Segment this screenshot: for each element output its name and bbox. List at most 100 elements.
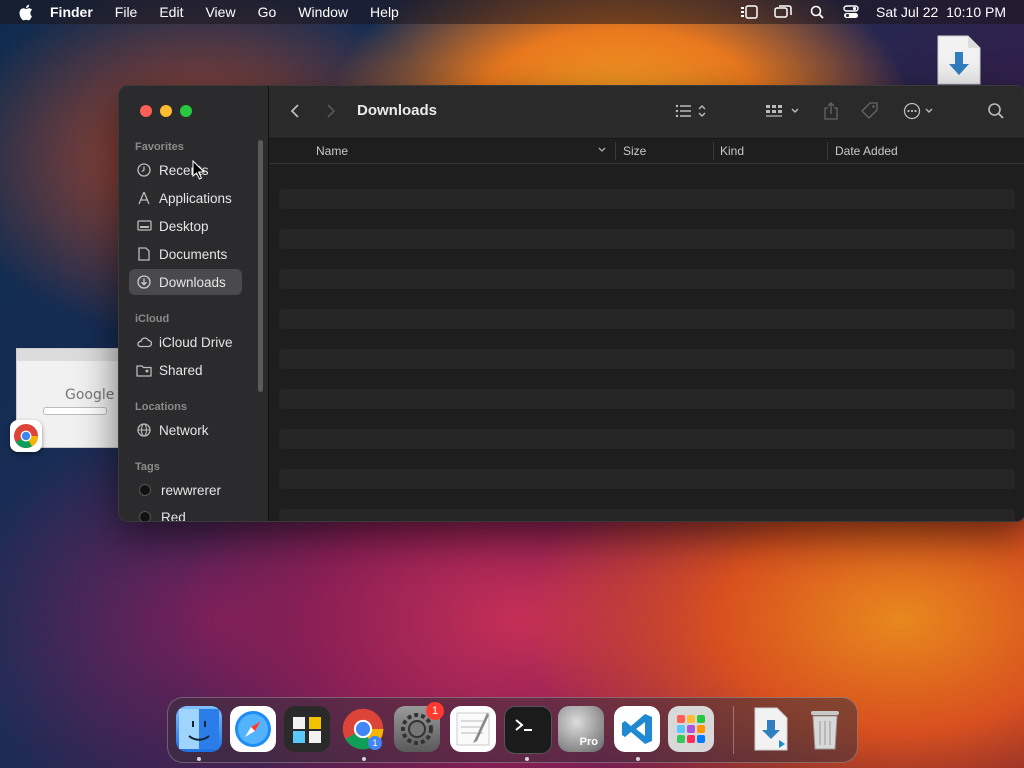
- preview-search-box: [43, 407, 107, 415]
- control-center-icon[interactable]: [842, 5, 860, 19]
- preview-toolbar: [17, 349, 119, 361]
- menu-go[interactable]: Go: [258, 4, 277, 20]
- minimize-button[interactable]: [160, 105, 172, 117]
- column-size[interactable]: Size: [623, 144, 646, 158]
- sidebar-item-label: iCloud Drive: [159, 334, 233, 350]
- sidebar-header-tags: Tags: [135, 461, 160, 473]
- chrome-badge: 1: [368, 736, 382, 750]
- window-controls: [140, 105, 192, 117]
- table-row[interactable]: [279, 309, 1015, 329]
- sidebar-scrollbar[interactable]: [258, 140, 263, 392]
- column-header: Name Size Kind Date Added: [269, 139, 1024, 164]
- sidebar-item-label: rewwrerer: [161, 482, 222, 498]
- screen-mirroring-icon[interactable]: [774, 5, 792, 19]
- sidebar-item-label: Applications: [159, 190, 232, 206]
- vscode-dock-icon[interactable]: [614, 706, 660, 752]
- system-settings-dock-icon[interactable]: 1: [394, 702, 444, 752]
- list-view-icon[interactable]: [675, 100, 711, 122]
- table-row[interactable]: [279, 469, 1015, 489]
- textedit-dock-icon[interactable]: [450, 706, 496, 752]
- table-row[interactable]: [279, 429, 1015, 449]
- share-icon[interactable]: [823, 100, 839, 122]
- more-actions-icon[interactable]: [903, 100, 937, 122]
- column-divider[interactable]: [827, 142, 828, 160]
- finder-dock-icon[interactable]: [176, 706, 222, 752]
- google-logo-text: Google: [65, 387, 115, 403]
- sidebar-item-shared[interactable]: Shared: [129, 357, 242, 383]
- sidebar-item-tag-rewwrerer[interactable]: rewwrerer: [129, 477, 242, 503]
- window-title: Downloads: [357, 102, 438, 119]
- photo-booth-dock-icon[interactable]: [284, 706, 330, 752]
- menu-file[interactable]: File: [115, 4, 138, 20]
- column-divider[interactable]: [615, 142, 616, 160]
- sidebar-item-network[interactable]: Network: [129, 417, 242, 443]
- group-by-icon[interactable]: [765, 100, 803, 122]
- tag-color-dot: [139, 511, 151, 521]
- pro-label: Pro: [579, 736, 598, 748]
- column-name[interactable]: Name: [316, 144, 348, 158]
- launchpad-dock-icon[interactable]: [668, 706, 714, 752]
- menu-help[interactable]: Help: [370, 4, 399, 20]
- menu-bar: Finder File Edit View Go Window Help Sat…: [0, 0, 1024, 24]
- sidebar-item-downloads[interactable]: Downloads: [129, 269, 242, 295]
- running-indicator: [525, 757, 529, 761]
- applications-icon: [136, 190, 152, 206]
- desktop-file-icon[interactable]: [936, 34, 982, 86]
- terminal-dock-icon[interactable]: [504, 706, 552, 754]
- downloads-stack-dock-icon[interactable]: [748, 706, 794, 752]
- chrome-dock-icon[interactable]: 1: [340, 706, 386, 752]
- apple-menu-icon[interactable]: [18, 4, 36, 21]
- desktop-icon: [136, 218, 152, 234]
- search-icon[interactable]: [987, 100, 1005, 122]
- zoom-button[interactable]: [180, 105, 192, 117]
- menu-app-name[interactable]: Finder: [50, 4, 93, 20]
- trash-dock-icon[interactable]: [802, 706, 848, 752]
- spotlight-search-icon[interactable]: [808, 5, 826, 19]
- chrome-app-icon[interactable]: [10, 420, 42, 452]
- clock-icon: [136, 162, 152, 178]
- sidebar-item-desktop[interactable]: Desktop: [129, 213, 242, 239]
- table-row[interactable]: [279, 389, 1015, 409]
- table-row[interactable]: [279, 189, 1015, 209]
- sidebar-item-icloud-drive[interactable]: iCloud Drive: [129, 329, 242, 355]
- sidebar-item-label: Shared: [159, 362, 203, 378]
- sidebar-item-label: Documents: [159, 246, 228, 262]
- menu-window[interactable]: Window: [298, 4, 348, 20]
- sidebar-item-label: Red: [161, 509, 186, 522]
- sidebar-item-tag-red[interactable]: Red: [129, 504, 242, 522]
- sort-chevron-down-icon[interactable]: [597, 144, 607, 158]
- sidebar-item-applications[interactable]: Applications: [129, 185, 242, 211]
- tag-icon[interactable]: [861, 100, 879, 122]
- column-date-added[interactable]: Date Added: [835, 144, 898, 158]
- table-row[interactable]: [279, 269, 1015, 289]
- running-indicator: [362, 757, 366, 761]
- dock-separator: [733, 706, 734, 754]
- back-chevron-icon[interactable]: [289, 100, 301, 122]
- column-kind[interactable]: Kind: [720, 144, 744, 158]
- forward-chevron-icon[interactable]: [325, 100, 337, 122]
- dock: 1 1 Pro: [167, 697, 858, 763]
- stage-manager-icon[interactable]: [740, 5, 758, 19]
- table-row[interactable]: [279, 349, 1015, 369]
- downloads-icon: [136, 274, 152, 290]
- sidebar-header-favorites: Favorites: [135, 141, 184, 153]
- pro-app-dock-icon[interactable]: Pro: [558, 706, 604, 752]
- menubar-clock[interactable]: Sat Jul 22 10:10 PM: [876, 4, 1006, 20]
- menu-view[interactable]: View: [205, 4, 235, 20]
- shared-folder-icon: [136, 362, 152, 378]
- globe-icon: [136, 422, 152, 438]
- sidebar-item-recents[interactable]: Recents: [129, 157, 242, 183]
- finder-toolbar: Downloads: [269, 86, 1024, 139]
- sidebar-item-documents[interactable]: Documents: [129, 241, 242, 267]
- table-row[interactable]: [279, 509, 1015, 521]
- sidebar-header-icloud: iCloud: [135, 313, 170, 325]
- cloud-icon: [136, 334, 152, 350]
- safari-dock-icon[interactable]: [230, 706, 276, 752]
- sidebar-header-locations: Locations: [135, 401, 187, 413]
- close-button[interactable]: [140, 105, 152, 117]
- menu-edit[interactable]: Edit: [159, 4, 183, 20]
- column-divider[interactable]: [713, 142, 714, 160]
- finder-sidebar: Favorites Recents Applications Desktop D…: [119, 86, 269, 521]
- sidebar-item-label: Desktop: [159, 218, 209, 234]
- table-row[interactable]: [279, 229, 1015, 249]
